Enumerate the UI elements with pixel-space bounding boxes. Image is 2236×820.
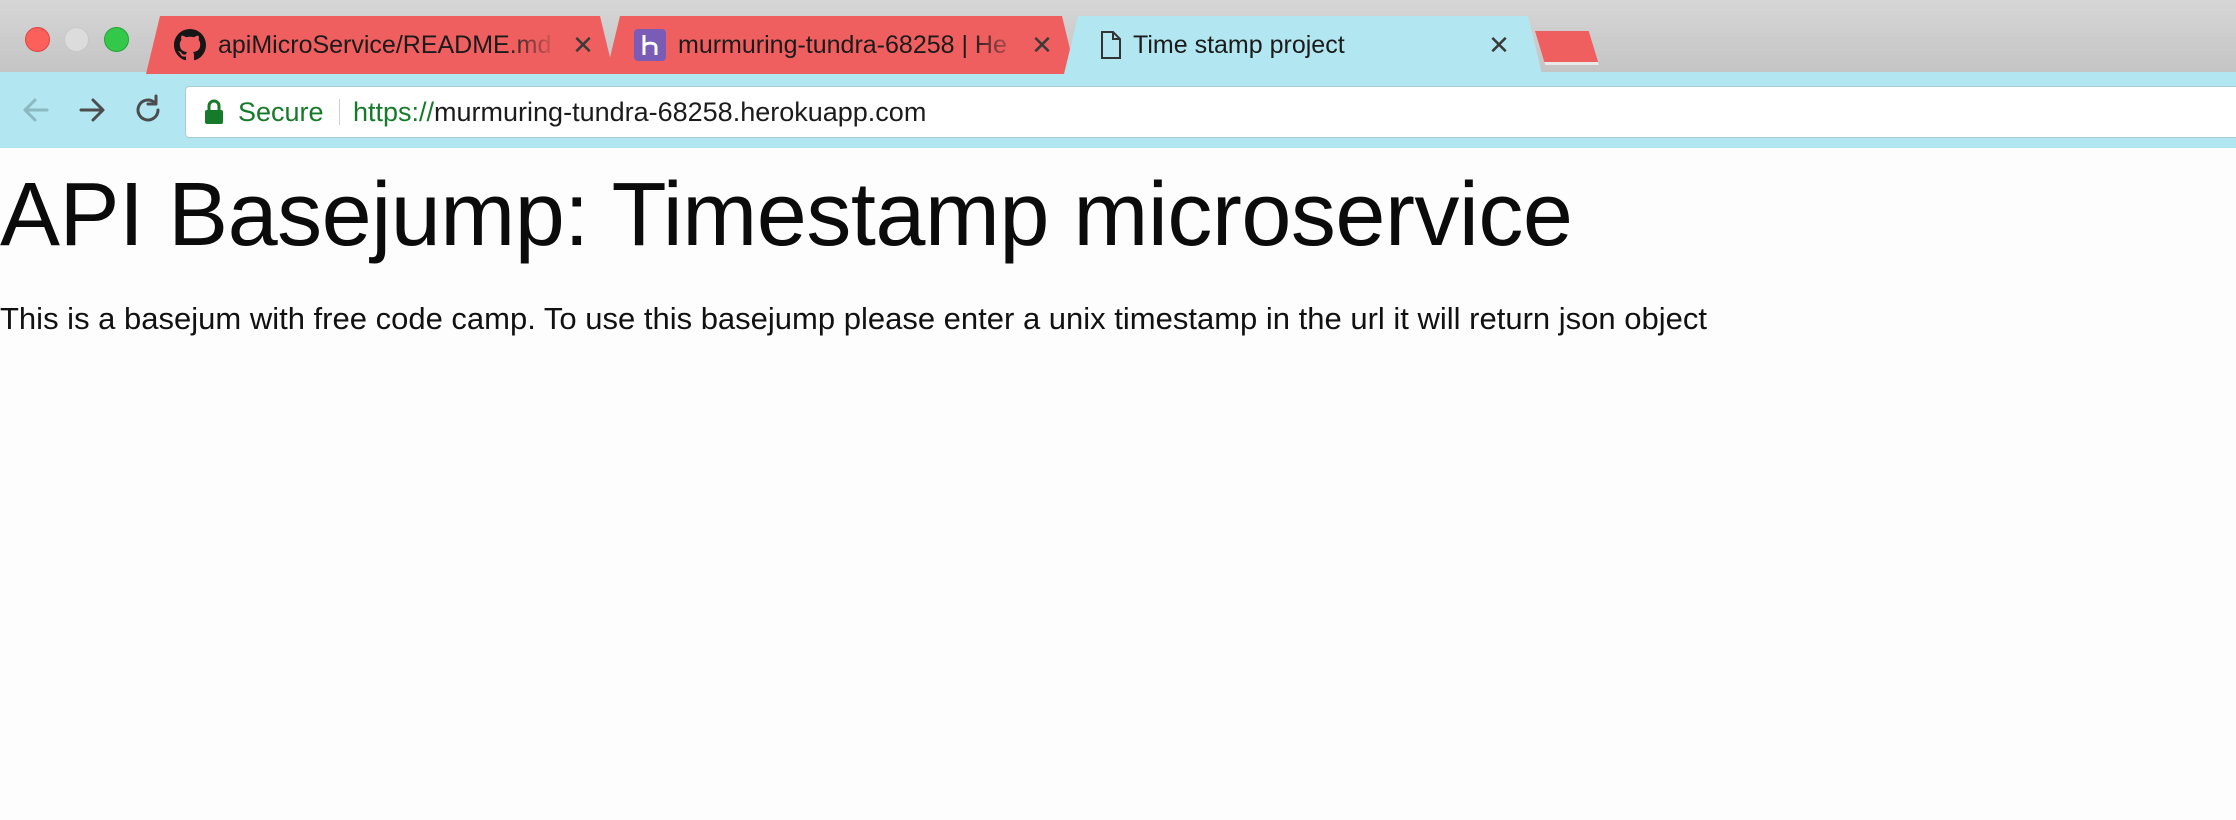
window-close-button[interactable] [25, 27, 50, 52]
tab-label: Time stamp project [1133, 31, 1345, 59]
secure-label: Secure [238, 97, 324, 127]
document-icon [1094, 29, 1126, 61]
url-text[interactable]: https://murmuring-tundra-68258.herokuapp… [353, 87, 926, 137]
url-host: murmuring-tundra-68258.herokuapp.com [434, 97, 927, 127]
heroku-icon [634, 29, 666, 61]
tab-label: murmuring-tundra-68258 | He [678, 31, 1007, 59]
page-content: API Basejump: Timestamp microservice Thi… [0, 148, 2236, 820]
address-bar-divider [339, 99, 340, 125]
address-bar[interactable]: Secure https://murmuring-tundra-68258.he… [185, 86, 2236, 138]
window-maximize-button[interactable] [104, 27, 129, 52]
back-arrow-icon[interactable] [18, 92, 54, 128]
tab-github-readme[interactable]: apiMicroService/README.md a ✕ [146, 16, 614, 74]
url-scheme: https:// [353, 97, 435, 127]
tab-close-icon[interactable]: ✕ [570, 16, 596, 74]
tab-time-stamp-project[interactable]: Time stamp project ✕ [1064, 16, 1542, 74]
reload-icon[interactable] [130, 92, 166, 128]
browser-toolbar: Secure https://murmuring-tundra-68258.he… [0, 72, 2236, 148]
page-description: This is a basejum with free code camp. T… [0, 301, 1707, 336]
tab-close-icon[interactable]: ✕ [1029, 16, 1055, 74]
tab-label: apiMicroService/README.md a [218, 31, 558, 59]
browser-titlebar: apiMicroService/README.md a ✕ murmuring-… [0, 0, 2236, 74]
lock-icon [205, 99, 223, 124]
page-title: API Basejump: Timestamp microservice [0, 165, 1573, 265]
window-minimize-button[interactable] [64, 27, 89, 52]
tab-close-icon[interactable]: ✕ [1486, 16, 1512, 74]
github-icon [174, 29, 206, 61]
new-tab-button[interactable] [1535, 31, 1599, 65]
forward-arrow-icon[interactable] [74, 92, 110, 128]
tab-heroku[interactable]: murmuring-tundra-68258 | He ✕ [606, 16, 1076, 74]
